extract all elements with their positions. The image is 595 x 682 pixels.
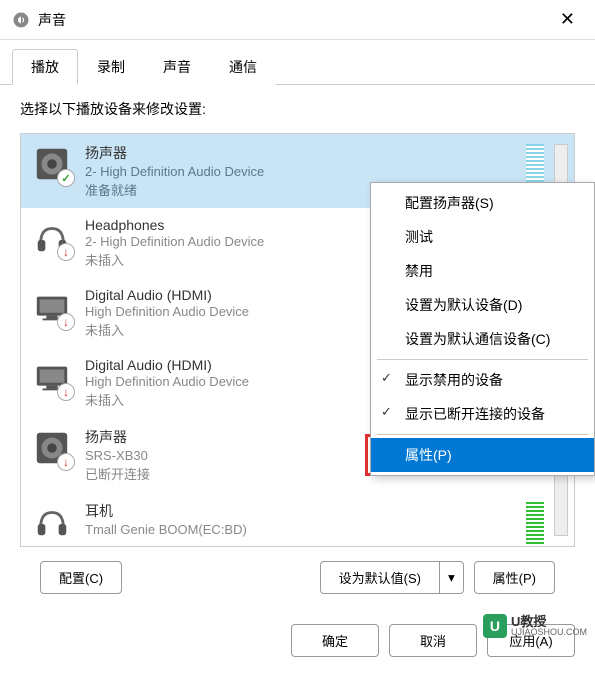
badge-red-icon [57, 453, 75, 471]
monitor-icon [33, 289, 71, 327]
ctx-item[interactable]: 设置为默认设备(D) [371, 288, 594, 322]
watermark-logo-icon: U [483, 614, 507, 638]
ctx-item[interactable]: 禁用 [371, 254, 594, 288]
bottom-buttons: 配置(C) 设为默认值(S) ▾ 属性(P) [20, 547, 575, 600]
badge-green-icon [57, 169, 75, 187]
ctx-separator [377, 434, 588, 435]
ctx-separator [377, 359, 588, 360]
close-button[interactable]: ✕ [552, 5, 583, 34]
watermark-url: UJIAOSHOU.COM [511, 628, 587, 637]
headphones-icon [33, 219, 71, 257]
instruction-text: 选择以下播放设备来修改设置: [20, 99, 575, 119]
badge-red-icon [57, 383, 75, 401]
device-desc: Tmall Genie BOOM(EC:BD) [85, 522, 562, 537]
ctx-item[interactable]: 设置为默认通信设备(C) [371, 322, 594, 356]
context-menu: 配置扬声器(S)测试禁用设置为默认设备(D)设置为默认通信设备(C) 显示禁用的设… [370, 182, 595, 476]
device-row[interactable]: 耳机 Tmall Genie BOOM(EC:BD) [21, 492, 574, 547]
ctx-item[interactable]: 配置扬声器(S) [371, 186, 594, 220]
watermark: U U教授 UJIAOSHOU.COM [483, 614, 587, 638]
ctx-item[interactable]: 属性(P) [371, 438, 594, 472]
tab-playback[interactable]: 播放 [12, 49, 78, 85]
ctx-item[interactable]: 显示禁用的设备 [371, 363, 594, 397]
monitor-icon [33, 359, 71, 397]
ok-button[interactable]: 确定 [291, 624, 379, 657]
window-title: 声音 [38, 10, 66, 30]
properties-button[interactable]: 属性(P) [474, 561, 555, 594]
device-info: 耳机 Tmall Genie BOOM(EC:BD) [85, 501, 562, 538]
tab-communications[interactable]: 通信 [210, 49, 276, 85]
sound-icon [12, 11, 30, 29]
cancel-button[interactable]: 取消 [389, 624, 477, 657]
badge-red-icon [57, 243, 75, 261]
speaker-icon [33, 145, 71, 183]
set-default-button[interactable]: 设为默认值(S) [320, 561, 439, 594]
device-desc: 2- High Definition Audio Device [85, 164, 562, 179]
badge-red-icon [57, 313, 75, 331]
ctx-item[interactable]: 测试 [371, 220, 594, 254]
headphones-icon [33, 503, 71, 541]
set-default-caret[interactable]: ▾ [439, 561, 464, 594]
speaker-icon [33, 429, 71, 467]
tab-recording[interactable]: 录制 [78, 49, 144, 85]
ctx-item[interactable]: 显示已断开连接的设备 [371, 397, 594, 431]
titlebar: 声音 ✕ [0, 0, 595, 40]
tabs: 播放 录制 声音 通信 [0, 40, 595, 85]
configure-button[interactable]: 配置(C) [40, 561, 122, 594]
tab-sounds[interactable]: 声音 [144, 49, 210, 85]
device-name: 耳机 [85, 501, 562, 521]
set-default-split: 设为默认值(S) ▾ [320, 561, 464, 594]
level-meter [526, 502, 544, 547]
device-name: 扬声器 [85, 143, 562, 163]
